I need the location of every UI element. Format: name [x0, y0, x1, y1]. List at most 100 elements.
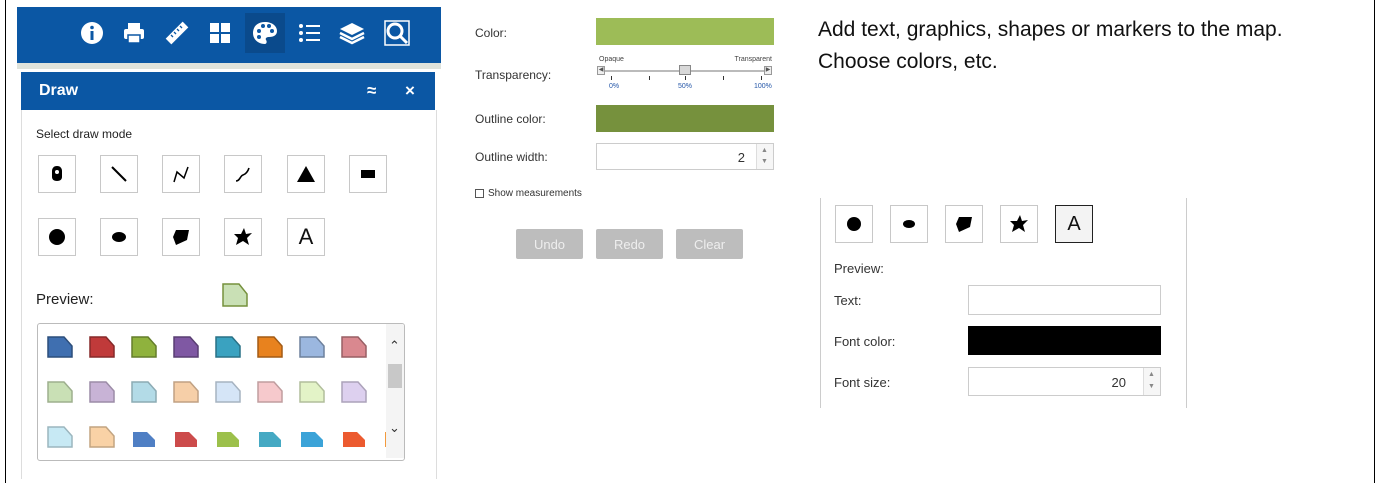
spin-down-icon[interactable]: ▼ [761, 158, 768, 165]
show-measurements-checkbox[interactable] [475, 189, 484, 198]
draw-panel-title: Draw [39, 82, 79, 99]
font-color-label: Font color: [834, 334, 896, 349]
basemap-gallery-icon[interactable] [200, 13, 240, 53]
scroll-up-icon[interactable]: ⌃ [389, 338, 400, 354]
color-label: Color: [475, 26, 508, 40]
palette-swatch[interactable] [47, 426, 73, 448]
ellipse-icon [112, 232, 126, 242]
circle-mode-button[interactable] [38, 218, 76, 256]
palette-swatch[interactable] [299, 381, 325, 403]
tick-mark [611, 76, 612, 80]
close-icon[interactable]: × [405, 81, 415, 101]
description-text: Add text, graphics, shapes or markers to… [818, 18, 1283, 73]
slider-increase-icon[interactable]: ▶ [764, 66, 772, 75]
palette-scrollbar[interactable]: ⌃ ⌄ [386, 324, 404, 458]
palette-swatch[interactable] [299, 426, 325, 448]
rectangle-mode-button[interactable] [349, 155, 387, 193]
palette-swatch[interactable] [341, 381, 367, 403]
outline-width-value: 2 [737, 150, 745, 165]
polyline-mode-button[interactable] [162, 155, 200, 193]
line-mode-button[interactable] [100, 155, 138, 193]
transparency-slider[interactable]: Opaque Transparent ◀ ▶ 0% 50% 100% [596, 56, 774, 96]
show-measurements-label: Show measurements [488, 188, 582, 199]
font-size-value: 20 [1111, 375, 1126, 390]
panel3-border-right [1186, 198, 1187, 408]
fill-color-swatch[interactable] [596, 18, 774, 45]
text-mode-button[interactable]: A [287, 218, 325, 256]
spin-up-icon[interactable]: ▲ [761, 147, 768, 154]
text-input[interactable] [968, 285, 1161, 315]
palette-swatch[interactable] [215, 426, 241, 448]
circle-mode-button[interactable] [835, 205, 873, 243]
outline-color-swatch[interactable] [596, 105, 774, 132]
scroll-thumb[interactable] [388, 364, 402, 388]
clear-button[interactable]: Clear [676, 229, 743, 259]
palette-swatch[interactable] [89, 426, 115, 448]
opaque-label: Opaque [599, 56, 624, 63]
search-icon[interactable] [377, 13, 417, 53]
palette-swatch[interactable] [173, 381, 199, 403]
triangle-mode-button[interactable] [287, 155, 325, 193]
info-icon[interactable] [72, 13, 112, 53]
palette-swatch[interactable] [131, 336, 157, 358]
preview-shape [222, 283, 248, 307]
polygon-icon [173, 230, 189, 245]
font-size-spinner[interactable]: ▲ ▼ [1143, 368, 1160, 395]
panel3-border-left [820, 198, 821, 408]
text-label: Text: [834, 293, 862, 308]
palette-swatch[interactable] [257, 381, 283, 403]
palette-swatch[interactable] [173, 336, 199, 358]
preview-label: Preview: [834, 261, 884, 276]
freehand-polygon-mode-button[interactable] [224, 218, 262, 256]
polyline-icon [173, 166, 189, 183]
collapse-icon[interactable]: ≈ [367, 81, 376, 101]
polygon-mode-button[interactable] [162, 218, 200, 256]
scroll-down-icon[interactable]: ⌄ [389, 420, 400, 436]
redo-button[interactable]: Redo [596, 229, 663, 259]
palette-swatch[interactable] [131, 381, 157, 403]
palette-swatch[interactable] [299, 336, 325, 358]
undo-button[interactable]: Undo [516, 229, 583, 259]
point-mode-button[interactable] [38, 155, 76, 193]
font-size-label: Font size: [834, 375, 891, 390]
palette-swatch[interactable] [341, 336, 367, 358]
tick-label-100: 100% [754, 83, 772, 90]
text-mode-button[interactable]: A [1055, 205, 1093, 243]
palette-swatch[interactable] [47, 336, 73, 358]
outline-color-label: Outline color: [475, 112, 546, 126]
slider-decrease-icon[interactable]: ◀ [597, 66, 605, 75]
legend-icon[interactable] [289, 13, 329, 53]
measure-icon[interactable] [157, 13, 197, 53]
freehand-polygon-mode-button[interactable] [1000, 205, 1038, 243]
palette-swatch[interactable] [257, 426, 283, 448]
print-icon[interactable] [114, 13, 154, 53]
palette-swatch[interactable] [131, 426, 157, 448]
palette-swatch[interactable] [47, 381, 73, 403]
layers-icon[interactable] [332, 13, 372, 53]
palette-swatch[interactable] [89, 381, 115, 403]
pin-icon [52, 166, 62, 181]
ellipse-mode-button[interactable] [890, 205, 928, 243]
freehand-polygon-icon [234, 228, 252, 245]
palette-swatch[interactable] [215, 336, 241, 358]
slider-thumb[interactable] [678, 65, 691, 75]
transparency-label: Transparency: [475, 68, 552, 82]
font-size-stepper[interactable]: 20 ▲ ▼ [968, 367, 1161, 396]
spin-down-icon[interactable]: ▼ [1148, 383, 1155, 390]
freehand-polyline-mode-button[interactable] [224, 155, 262, 193]
font-color-swatch[interactable] [968, 326, 1161, 355]
draw-icon[interactable] [245, 13, 285, 53]
preview-label: Preview: [36, 291, 94, 308]
palette-swatch[interactable] [257, 336, 283, 358]
spin-up-icon[interactable]: ▲ [1148, 371, 1155, 378]
palette-swatch[interactable] [173, 426, 199, 448]
palette-swatch[interactable] [215, 381, 241, 403]
tick-mark [685, 76, 686, 80]
palette-swatch[interactable] [89, 336, 115, 358]
ellipse-mode-button[interactable] [100, 218, 138, 256]
outline-width-stepper[interactable]: 2 ▲ ▼ [596, 143, 774, 170]
palette-swatch[interactable] [341, 426, 367, 448]
polygon-icon [956, 217, 972, 232]
outline-width-spinner[interactable]: ▲ ▼ [756, 144, 773, 169]
polygon-mode-button[interactable] [945, 205, 983, 243]
